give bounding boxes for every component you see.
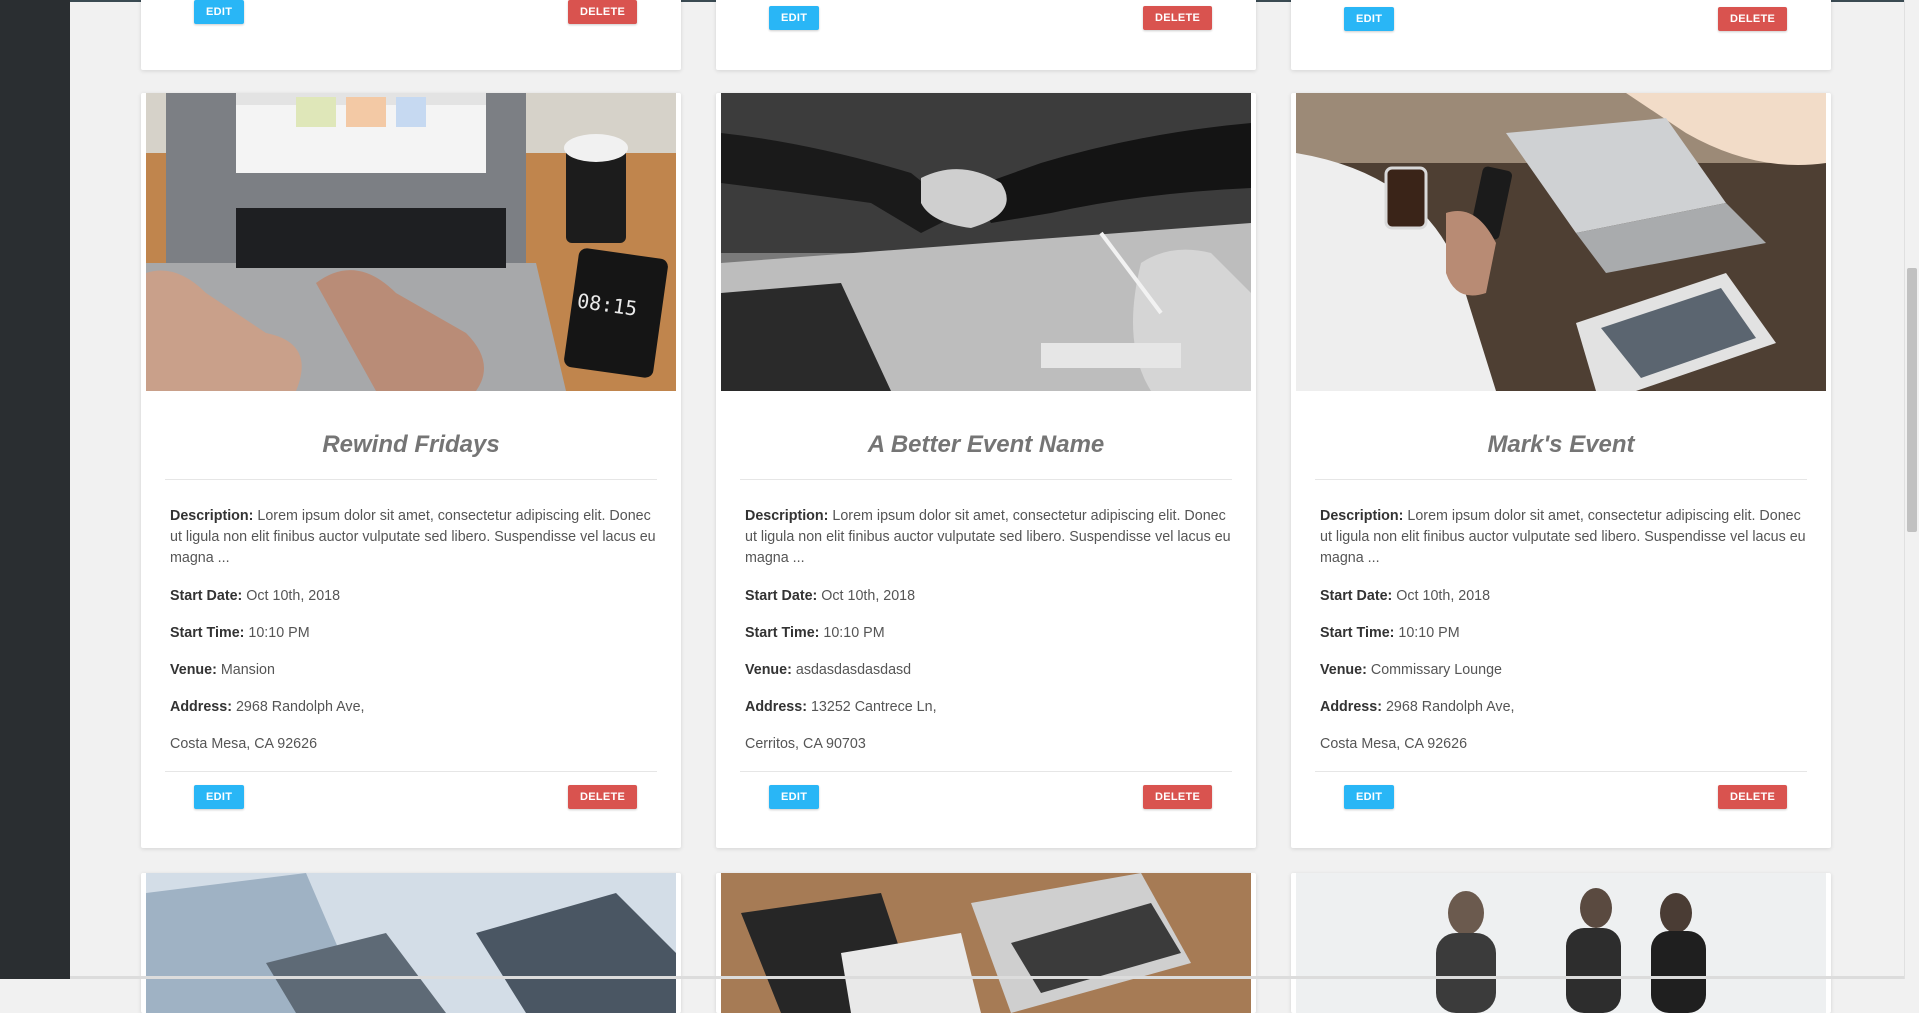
venue-label: Venue:: [170, 662, 217, 678]
address-line1: 13252 Cantrece Ln,: [810, 699, 937, 715]
title-divider: [1315, 479, 1807, 480]
start-time-label: Start Time:: [170, 625, 245, 641]
event-title: Mark's Event: [1487, 431, 1635, 458]
start-date-value: Oct 10th, 2018: [1396, 588, 1491, 604]
event-image: [146, 873, 676, 1013]
event-card-bottom-2: [716, 873, 1256, 1013]
venue-field: Venue: asdasdasdasdasd: [745, 662, 911, 678]
actions-divider: [740, 771, 1232, 772]
edit-button[interactable]: EDIT: [1344, 785, 1395, 809]
title-divider: [740, 479, 1232, 480]
start-date-label: Start Date:: [745, 588, 818, 604]
event-card-bottom-1: [141, 873, 681, 1013]
venue-field: Venue: Commissary Lounge: [1320, 662, 1502, 678]
venue-field: Venue: Mansion: [170, 662, 275, 678]
venue-label: Venue:: [745, 662, 792, 678]
start-date-label: Start Date:: [1320, 588, 1393, 604]
venue-value: Mansion: [220, 662, 275, 678]
address-field: Address: 13252 Cantrece Ln,: [745, 699, 937, 715]
event-description: Description: Lorem ipsum dolor sit amet,…: [1320, 506, 1806, 569]
event-description: Description: Lorem ipsum dolor sit amet,…: [745, 506, 1231, 569]
scrollbar-thumb[interactable]: [1907, 268, 1917, 532]
event-image: [721, 873, 1251, 1013]
edit-button[interactable]: EDIT: [194, 785, 245, 809]
event-card: Mark's Event Description: Lorem ipsum do…: [1291, 93, 1831, 848]
start-date-field: Start Date: Oct 10th, 2018: [745, 588, 915, 604]
address-field: Address: 2968 Randolph Ave,: [170, 699, 365, 715]
address-line1: 2968 Randolph Ave,: [235, 699, 365, 715]
start-time-value: 10:10 PM: [248, 625, 310, 641]
description-label: Description:: [745, 508, 829, 524]
edit-button[interactable]: EDIT: [1344, 7, 1395, 31]
edit-button[interactable]: EDIT: [194, 0, 245, 24]
venue-value: Commissary Lounge: [1370, 662, 1502, 678]
event-image: [1296, 873, 1826, 1013]
start-date-value: Oct 10th, 2018: [821, 588, 916, 604]
event-image: [1296, 93, 1826, 391]
delete-button[interactable]: DELETE: [1718, 7, 1788, 31]
delete-button[interactable]: DELETE: [1718, 785, 1788, 809]
delete-button[interactable]: DELETE: [568, 0, 638, 24]
description-label: Description:: [170, 508, 254, 524]
actions-divider: [1315, 771, 1807, 772]
title-divider: [165, 479, 657, 480]
start-date-field: Start Date: Oct 10th, 2018: [170, 588, 340, 604]
left-sidebar: [0, 0, 70, 979]
start-time-value: 10:10 PM: [823, 625, 885, 641]
start-time-field: Start Time: 10:10 PM: [1320, 625, 1460, 641]
start-time-field: Start Time: 10:10 PM: [745, 625, 885, 641]
address-field: Address: 2968 Randolph Ave,: [1320, 699, 1515, 715]
address-label: Address:: [170, 699, 232, 715]
address-line2: Costa Mesa, CA 92626: [170, 736, 318, 752]
event-title: A Better Event Name: [867, 431, 1105, 458]
address-line2: Costa Mesa, CA 92626: [1320, 736, 1468, 752]
event-card: A Better Event Name Description: Lorem i…: [716, 93, 1256, 848]
actions-divider: [165, 771, 657, 772]
event-image: 08:15: [146, 93, 676, 391]
event-card-top-2: EDIT DELETE: [716, 0, 1256, 70]
vertical-scrollbar[interactable]: [1904, 0, 1919, 979]
start-date-field: Start Date: Oct 10th, 2018: [1320, 588, 1490, 604]
address-label: Address:: [745, 699, 807, 715]
event-card-top-3: EDIT DELETE: [1291, 0, 1831, 70]
delete-button[interactable]: DELETE: [1143, 6, 1213, 30]
address-label: Address:: [1320, 699, 1382, 715]
start-time-value: 10:10 PM: [1398, 625, 1460, 641]
event-card-bottom-3: [1291, 873, 1831, 1013]
start-date-label: Start Date:: [170, 588, 243, 604]
address-line2: Cerritos, CA 90703: [745, 736, 866, 752]
venue-value: asdasdasdasdasd: [795, 662, 912, 678]
edit-button[interactable]: EDIT: [769, 6, 820, 30]
venue-label: Venue:: [1320, 662, 1367, 678]
start-time-field: Start Time: 10:10 PM: [170, 625, 310, 641]
event-image: [721, 93, 1251, 391]
event-card: 08:15 Rewind Fridays Description: Lorem …: [141, 93, 681, 848]
start-time-label: Start Time:: [1320, 625, 1395, 641]
event-card-top-1: EDIT DELETE: [141, 0, 681, 70]
start-time-label: Start Time:: [745, 625, 820, 641]
address-line1: 2968 Randolph Ave,: [1385, 699, 1515, 715]
edit-button[interactable]: EDIT: [769, 785, 820, 809]
delete-button[interactable]: DELETE: [1143, 785, 1213, 809]
description-label: Description:: [1320, 508, 1404, 524]
event-title: Rewind Fridays: [322, 431, 500, 458]
event-description: Description: Lorem ipsum dolor sit amet,…: [170, 506, 656, 569]
delete-button[interactable]: DELETE: [568, 785, 638, 809]
start-date-value: Oct 10th, 2018: [246, 588, 341, 604]
